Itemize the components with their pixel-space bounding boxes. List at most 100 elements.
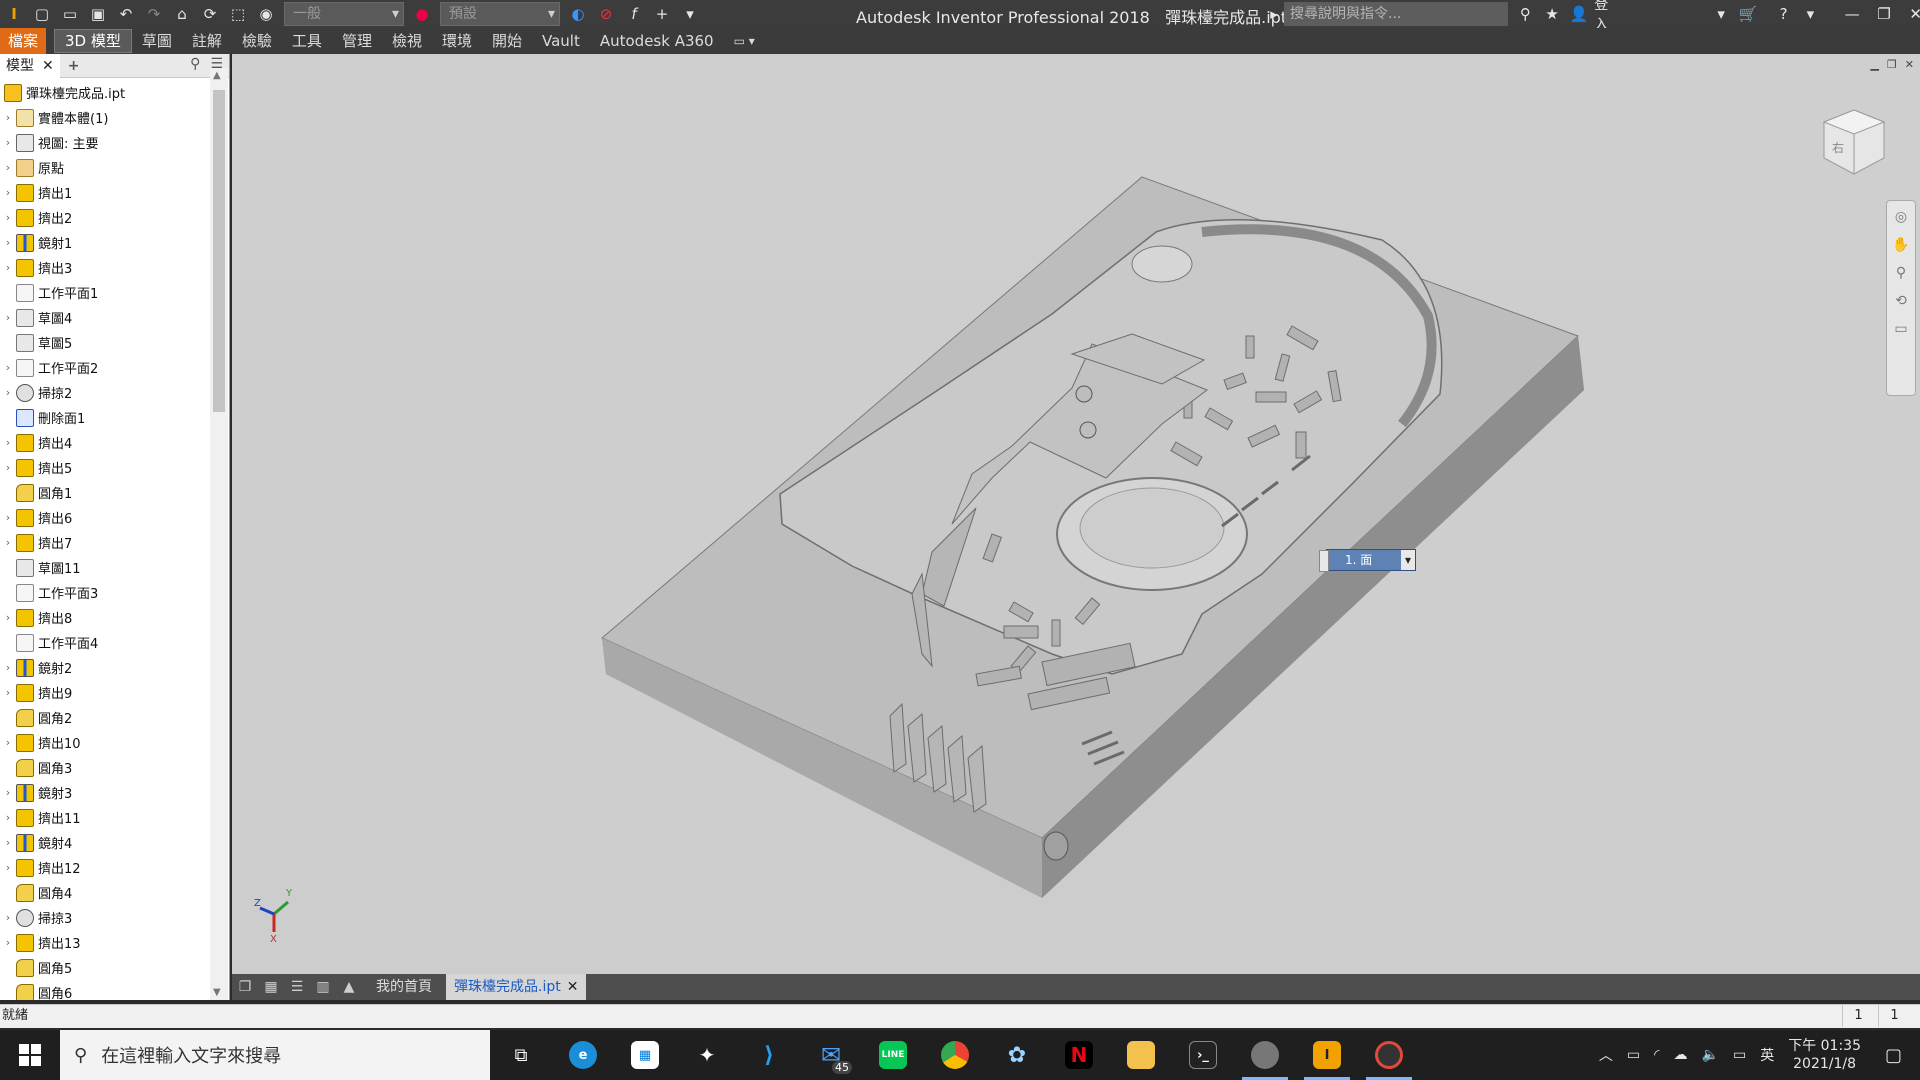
orbit-icon[interactable]: ⟲ — [1895, 293, 1907, 309]
netflix-icon[interactable]: N — [1048, 1030, 1110, 1080]
measure-icon[interactable]: + — [651, 3, 673, 25]
expand-chevron-icon[interactable]: › — [0, 386, 16, 399]
expand-chevron-icon[interactable]: › — [0, 261, 16, 274]
help-dropdown-icon[interactable]: ▾ — [1800, 3, 1821, 25]
meet-now-icon[interactable]: ▭ — [1627, 1047, 1640, 1063]
tab-file[interactable]: 檔案 — [0, 28, 46, 54]
expand-chevron-icon[interactable]: › — [0, 186, 16, 199]
expand-chevron-icon[interactable]: › — [0, 911, 16, 924]
tab-get-started[interactable]: 開始 — [482, 28, 532, 54]
ribbon-minimize-toggle[interactable]: ▭ ▾ — [724, 28, 765, 54]
battery-icon[interactable]: ▭ — [1733, 1047, 1746, 1063]
tree-item[interactable]: › 草圖4 — [0, 305, 210, 330]
browser-search-icon[interactable]: ⚲ — [190, 56, 200, 72]
tree-item[interactable]: › 擠出12 — [0, 855, 210, 880]
tab-active-document[interactable]: 彈珠檯完成品.ipt ✕ — [446, 974, 587, 1000]
arrange-horizontal-icon[interactable]: ☰ — [284, 974, 310, 1000]
expand-chevron-icon[interactable]: › — [0, 786, 16, 799]
expand-chevron-icon[interactable]: › — [0, 661, 16, 674]
expand-chevron-icon[interactable]: › — [0, 311, 16, 324]
volume-icon[interactable]: 🔈 — [1702, 1047, 1719, 1063]
sign-in-dropdown-icon[interactable]: ▾ — [1711, 3, 1732, 25]
scroll-up-arrow-icon[interactable]: ▲ — [213, 70, 221, 81]
tab-my-home[interactable]: 我的首頁 — [368, 974, 440, 1000]
cascade-windows-icon[interactable]: ❐ — [232, 974, 258, 1000]
tree-item[interactable]: 刪除面1 — [0, 405, 210, 430]
tree-item[interactable]: › 鏡射4 — [0, 830, 210, 855]
document-list-icon[interactable]: ▲ — [336, 974, 362, 1000]
tab-annotate[interactable]: 註解 — [182, 28, 232, 54]
home-icon[interactable]: ⌂ — [171, 3, 193, 25]
select-icon[interactable]: ⬚ — [227, 3, 249, 25]
user-icon[interactable]: 👤 — [1569, 3, 1590, 25]
tree-item[interactable]: › 鏡射1 — [0, 230, 210, 255]
minimize-icon[interactable]: — — [1842, 3, 1863, 25]
tab-manage[interactable]: 管理 — [332, 28, 382, 54]
tree-item[interactable]: › 原點 — [0, 155, 210, 180]
file-explorer-icon[interactable] — [1110, 1030, 1172, 1080]
tree-item[interactable]: › 擠出7 — [0, 530, 210, 555]
browser-scroll-thumb[interactable] — [213, 90, 225, 412]
customize-icon[interactable]: ▾ — [679, 3, 701, 25]
expand-chevron-icon[interactable]: › — [0, 161, 16, 174]
material-dropdown[interactable]: 預設 — [440, 2, 560, 26]
edge-browser-icon[interactable]: e — [552, 1030, 614, 1080]
tree-item[interactable]: 草圖11 — [0, 555, 210, 580]
microsoft-store-icon[interactable]: ▦ — [614, 1030, 676, 1080]
windows-start-icon[interactable] — [0, 1030, 60, 1080]
ime-indicator[interactable]: 英 — [1760, 1045, 1774, 1065]
wifi-icon[interactable]: ◜ — [1654, 1047, 1659, 1063]
tree-item[interactable]: › 擠出2 — [0, 205, 210, 230]
add-browser-tab-icon[interactable]: + — [68, 58, 80, 74]
onedrive-icon[interactable]: ☁ — [1674, 1047, 1688, 1063]
expand-chevron-icon[interactable]: › — [0, 686, 16, 699]
tree-item[interactable]: › 擠出4 — [0, 430, 210, 455]
expand-chevron-icon[interactable]: › — [0, 536, 16, 549]
tree-item[interactable]: › 鏡射2 — [0, 655, 210, 680]
tab-inspect[interactable]: 檢驗 — [232, 28, 282, 54]
help-search-input[interactable]: 搜尋說明與指令... — [1284, 2, 1508, 26]
restore-icon[interactable]: ❐ — [1874, 3, 1895, 25]
paint-app-icon[interactable]: ✿ — [986, 1030, 1048, 1080]
expand-chevron-icon[interactable]: › — [0, 111, 16, 124]
zoom-icon[interactable]: ⚲ — [1896, 265, 1906, 281]
expand-chevron-icon[interactable]: › — [0, 361, 16, 374]
tree-item[interactable]: › 擠出3 — [0, 255, 210, 280]
show-hidden-icons-icon[interactable]: ︿ — [1599, 1045, 1613, 1065]
tree-item[interactable]: › 擠出13 — [0, 930, 210, 955]
color-wheel-icon[interactable]: ● — [411, 3, 433, 25]
tab-3d-model[interactable]: 3D 模型 — [54, 29, 132, 53]
tab-a360[interactable]: Autodesk A360 — [590, 28, 724, 54]
undo-icon[interactable]: ↶ — [115, 3, 137, 25]
update-icon[interactable]: ⟳ — [199, 3, 221, 25]
adjust-icon[interactable]: ◐ — [567, 3, 589, 25]
tab-environments[interactable]: 環境 — [432, 28, 482, 54]
expand-search-icon[interactable]: ▸ — [1263, 3, 1285, 25]
material-sphere-icon[interactable]: ◉ — [255, 3, 277, 25]
tree-item[interactable]: 工作平面3 — [0, 580, 210, 605]
parameters-icon[interactable]: f — [623, 3, 645, 25]
inventor-taskbar-icon[interactable]: I — [1296, 1030, 1358, 1080]
redo-icon[interactable]: ↷ — [143, 3, 165, 25]
tree-root[interactable]: 彈珠檯完成品.ipt — [0, 80, 210, 105]
save-icon[interactable]: ▣ — [87, 3, 109, 25]
taskbar-clock[interactable]: 下午 01:35 2021/1/8 — [1788, 1037, 1861, 1073]
expand-chevron-icon[interactable]: › — [0, 236, 16, 249]
tree-item[interactable]: › 擠出11 — [0, 805, 210, 830]
chrome-icon[interactable] — [924, 1030, 986, 1080]
taskbar-search-box[interactable]: ⚲ 在這裡輸入文字來搜尋 — [60, 1030, 490, 1080]
tree-item[interactable]: 圓角4 — [0, 880, 210, 905]
tree-item[interactable]: 圓角5 — [0, 955, 210, 980]
favorites-star-icon[interactable]: ★ — [1542, 3, 1563, 25]
tree-item[interactable]: 圓角2 — [0, 705, 210, 730]
help-icon[interactable]: ? — [1773, 3, 1794, 25]
tree-item[interactable]: › 掃掠2 — [0, 380, 210, 405]
tile-windows-icon[interactable]: ▦ — [258, 974, 284, 1000]
expand-chevron-icon[interactable]: › — [0, 511, 16, 524]
tree-item[interactable]: › 工作平面2 — [0, 355, 210, 380]
tree-item[interactable]: › 掃掠3 — [0, 905, 210, 930]
new-file-icon[interactable]: ▢ — [31, 3, 53, 25]
pan-hand-icon[interactable]: ✋ — [1892, 237, 1909, 253]
tree-item[interactable]: › 鏡射3 — [0, 780, 210, 805]
expand-chevron-icon[interactable]: › — [0, 436, 16, 449]
